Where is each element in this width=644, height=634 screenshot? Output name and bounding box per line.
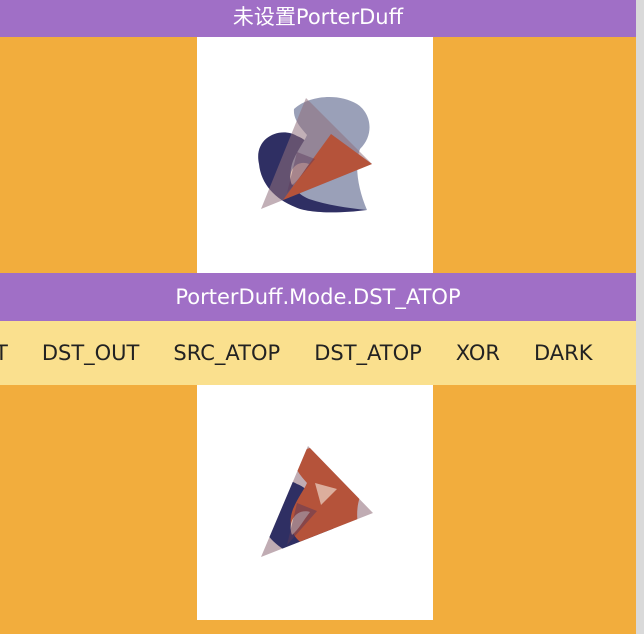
mode-tab-strip[interactable]: T DST_OUT SRC_ATOP DST_ATOP XOR DARK bbox=[0, 321, 636, 385]
tab-src-atop[interactable]: SRC_ATOP bbox=[156, 321, 297, 385]
original-canvas bbox=[197, 37, 433, 273]
top-title: 未设置PorterDuff bbox=[232, 5, 404, 29]
result-canvas bbox=[197, 385, 433, 620]
tab-dst-out[interactable]: DST_OUT bbox=[25, 321, 157, 385]
tab-t[interactable]: T bbox=[0, 321, 25, 385]
tab-xor[interactable]: XOR bbox=[439, 321, 517, 385]
mode-title-bar: PorterDuff.Mode.DST_ATOP bbox=[0, 273, 636, 321]
mode-title: PorterDuff.Mode.DST_ATOP bbox=[175, 285, 461, 309]
dst-atop-result-image bbox=[261, 446, 373, 557]
tab-dst-atop[interactable]: DST_ATOP bbox=[297, 321, 439, 385]
right-edge-scrollbar bbox=[636, 0, 644, 634]
tab-track: T DST_OUT SRC_ATOP DST_ATOP XOR DARK bbox=[0, 321, 609, 385]
tab-dark[interactable]: DARK bbox=[517, 321, 610, 385]
top-title-bar: 未设置PorterDuff bbox=[0, 0, 636, 37]
original-shapes-image bbox=[258, 96, 372, 213]
